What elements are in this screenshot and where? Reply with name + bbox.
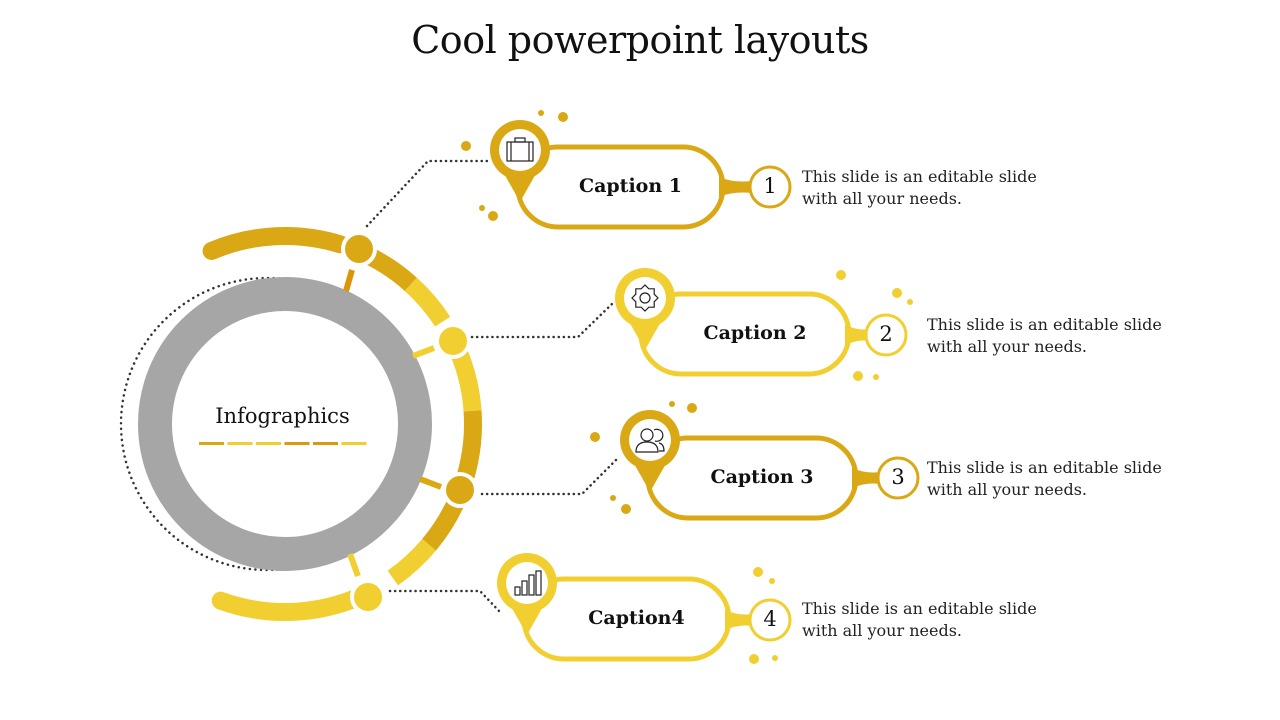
step-number: 1 xyxy=(763,174,777,198)
number-connector xyxy=(852,468,880,488)
connector-2 xyxy=(470,300,616,339)
decor-dot xyxy=(753,567,763,577)
decor-dot xyxy=(610,495,616,501)
arc-segment xyxy=(404,277,451,327)
connector-1 xyxy=(365,159,492,228)
spoke-1 xyxy=(343,269,355,292)
caption-label: Caption 1 xyxy=(578,175,683,197)
decor-dot xyxy=(892,288,902,298)
icon-holder xyxy=(624,277,666,319)
decor-dot xyxy=(669,401,675,407)
node-4 xyxy=(350,579,386,615)
spoke-2 xyxy=(411,345,436,359)
description-line: This slide is an editable slide xyxy=(802,599,1037,618)
decor-dot xyxy=(479,205,485,211)
description-line: This slide is an editable slide xyxy=(927,458,1162,477)
caption-label: Caption 2 xyxy=(703,322,807,344)
decor-dot xyxy=(772,655,778,661)
description-line: with all your needs. xyxy=(802,189,962,208)
description-line: with all your needs. xyxy=(927,480,1087,499)
connector-3 xyxy=(480,456,620,496)
arc-segment xyxy=(202,227,349,260)
node-2 xyxy=(435,323,471,359)
arc-segment xyxy=(387,538,436,586)
step-number: 3 xyxy=(891,465,905,489)
description-line: This slide is an editable slide xyxy=(802,167,1037,186)
spoke-4 xyxy=(347,552,361,578)
decor-dot xyxy=(853,371,863,381)
center-dash xyxy=(341,442,367,445)
arc-segment xyxy=(457,410,482,479)
center-label: Infographics xyxy=(215,404,350,428)
center-dash xyxy=(313,442,338,445)
node-3 xyxy=(442,472,478,508)
step-number: 4 xyxy=(763,607,777,631)
caption-description: This slide is an editable slide with all … xyxy=(802,166,1062,210)
caption-description: This slide is an editable slide with all … xyxy=(927,314,1187,358)
decor-dot xyxy=(687,403,697,413)
center-dash xyxy=(256,442,281,445)
step-number: 2 xyxy=(879,322,893,346)
description-line: with all your needs. xyxy=(927,337,1087,356)
description-line: with all your needs. xyxy=(802,621,962,640)
center-dash xyxy=(199,442,224,445)
decor-dot xyxy=(836,270,846,280)
decor-dot xyxy=(621,504,631,514)
center-dash xyxy=(227,442,253,445)
caption-description: This slide is an editable slide with all … xyxy=(802,598,1062,642)
spoke-3 xyxy=(418,476,443,490)
caption-description: This slide is an editable slide with all … xyxy=(927,457,1187,501)
center-dash-line xyxy=(199,442,367,445)
connector-4 xyxy=(388,589,502,614)
decor-dot xyxy=(749,654,759,664)
decor-dot xyxy=(488,211,498,221)
caption-card-3[interactable] xyxy=(590,401,920,521)
decor-dot xyxy=(461,141,471,151)
node-1 xyxy=(341,231,377,267)
arc-segment xyxy=(211,580,383,621)
center-dash xyxy=(284,442,310,445)
icon-holder xyxy=(499,129,541,171)
decor-dot xyxy=(558,112,568,122)
number-connector xyxy=(719,177,752,197)
caption-card-1[interactable] xyxy=(461,110,792,230)
decor-dot xyxy=(590,432,600,442)
description-line: This slide is an editable slide xyxy=(927,315,1162,334)
caption-label: Caption4 xyxy=(588,607,685,629)
decor-dot xyxy=(907,299,913,305)
decor-dot xyxy=(873,374,879,380)
decor-dot xyxy=(538,110,544,116)
number-connector xyxy=(725,610,752,630)
caption-label: Caption 3 xyxy=(710,466,814,488)
decor-dot xyxy=(769,578,775,584)
